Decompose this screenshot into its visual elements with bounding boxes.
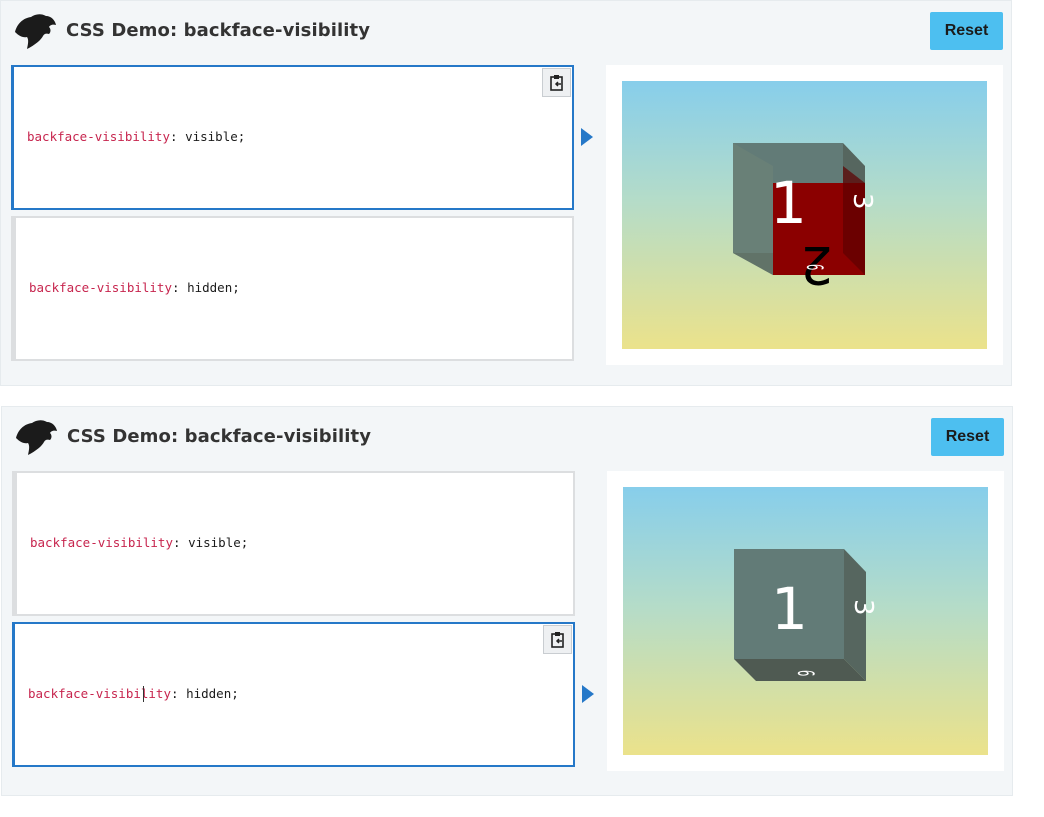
- cube: 1 2 3 6: [733, 143, 877, 294]
- clipboard-icon: [550, 632, 564, 648]
- face-label-bottom: 6: [801, 264, 827, 270]
- face-label-bottom: 6: [792, 670, 818, 676]
- text-cursor: [143, 686, 144, 702]
- code-line[interactable]: backface-visibility: visible;: [27, 129, 245, 144]
- code-separator: :: [172, 280, 188, 295]
- code-line[interactable]: backface-visibility: visible;: [30, 535, 248, 550]
- cube-face-left: [733, 143, 773, 275]
- example-choice-hidden[interactable]: backface-visibility: hidden;: [12, 622, 575, 767]
- reset-button[interactable]: Reset: [931, 418, 1004, 456]
- demo-panel: CSS Demo: backface-visibility Reset back…: [1, 406, 1013, 796]
- css-property: backface-visibility: [29, 280, 172, 295]
- mdn-dino-logo-icon: [15, 14, 56, 49]
- css-value: visible;: [185, 129, 246, 144]
- css-property: backface-visibility: [28, 686, 171, 701]
- example-choice-visible[interactable]: backface-visibility: visible;: [12, 471, 575, 616]
- copy-to-clipboard-button[interactable]: [543, 625, 572, 654]
- cube-scene: 1 3 6: [623, 487, 988, 755]
- copy-to-clipboard-button[interactable]: [542, 68, 571, 97]
- code-separator: :: [173, 535, 189, 550]
- example-choice-visible[interactable]: backface-visibility: visible;: [11, 65, 574, 210]
- css-value: hidden;: [186, 686, 239, 701]
- face-label-right: 3: [848, 599, 878, 616]
- mdn-dino-logo-icon: [16, 420, 57, 455]
- output-area: 1 3 6: [607, 471, 1004, 771]
- cube: 1 3 6: [734, 549, 878, 681]
- code-line[interactable]: backface-visibility: hidden;: [28, 686, 239, 701]
- example-choice-hidden[interactable]: backface-visibility: hidden;: [11, 216, 574, 361]
- output-area: 1 2 3 6: [606, 65, 1003, 365]
- css-property: backface-visibility: [30, 535, 173, 550]
- code-separator: :: [171, 686, 187, 701]
- css-property: backface-visibility: [27, 129, 170, 144]
- face-label-back: 1: [771, 575, 808, 643]
- demo-title: CSS Demo: backface-visibility: [67, 426, 372, 447]
- code-separator: :: [170, 129, 186, 144]
- face-label-right: 3: [847, 193, 877, 210]
- demo-panel: CSS Demo: backface-visibility Reset back…: [0, 0, 1012, 386]
- reset-button[interactable]: Reset: [930, 12, 1003, 50]
- active-example-indicator-icon: [582, 685, 594, 703]
- css-value: hidden;: [187, 280, 240, 295]
- code-line[interactable]: backface-visibility: hidden;: [29, 280, 240, 295]
- active-example-indicator-icon: [581, 128, 593, 146]
- face-label-back: 1: [770, 169, 807, 237]
- cube-scene: 1 2 3 6: [622, 81, 987, 349]
- demo-title: CSS Demo: backface-visibility: [66, 20, 371, 41]
- css-value: visible;: [188, 535, 249, 550]
- clipboard-icon: [549, 75, 563, 91]
